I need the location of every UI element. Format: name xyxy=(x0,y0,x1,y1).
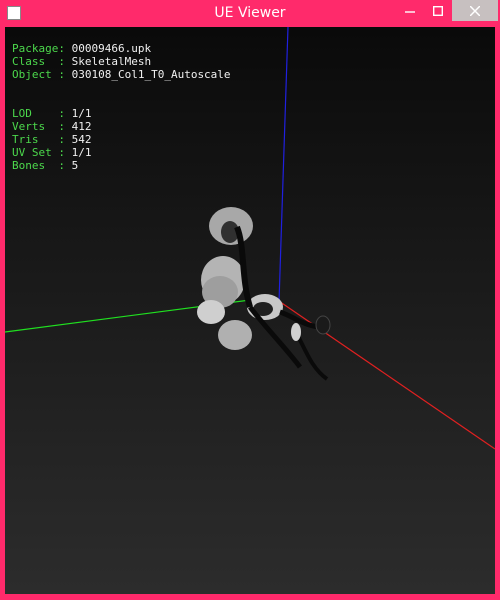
info-value: 412 xyxy=(71,120,92,133)
close-button[interactable] xyxy=(452,0,498,21)
skeletal-mesh xyxy=(197,207,331,381)
info-tris: Tris : 542 xyxy=(12,133,231,146)
info-object: Object : 030108_Col1_T0_Autoscale xyxy=(12,68,231,81)
info-value: SkeletalMesh xyxy=(71,55,152,68)
info-uvset: UV Set : 1/1 xyxy=(12,146,231,159)
info-label: Verts : xyxy=(12,120,65,133)
info-value: 030108_Col1_T0_Autoscale xyxy=(71,68,231,81)
info-value: 00009466.upk xyxy=(71,42,152,55)
app-window: UE Viewer Package: 00009466.upk Class: … xyxy=(0,0,500,600)
title-bar[interactable]: UE Viewer xyxy=(0,0,500,27)
info-label: LOD : xyxy=(12,107,65,120)
maximize-icon xyxy=(433,5,443,16)
info-value: 542 xyxy=(71,133,92,146)
info-class: Class : SkeletalMesh xyxy=(12,55,231,68)
minimize-button[interactable] xyxy=(396,0,424,21)
info-value: 1/1 xyxy=(71,107,92,120)
info-label: UV Set : xyxy=(12,146,65,159)
info-package: Package: 00009466.upk xyxy=(12,42,231,55)
x-axis xyxy=(272,296,495,450)
info-value: 5 xyxy=(71,159,79,172)
minimize-icon xyxy=(405,10,415,13)
info-label: Package: xyxy=(12,42,65,55)
close-icon xyxy=(470,5,480,16)
maximize-button[interactable] xyxy=(424,0,452,21)
mesh-info-panel: Package: 00009466.upk Class : SkeletalMe… xyxy=(12,42,231,172)
info-bones: Bones : 5 xyxy=(12,159,231,172)
info-label: Bones : xyxy=(12,159,65,172)
info-label: Object : xyxy=(12,68,65,81)
3d-viewport[interactable]: Package: 00009466.upk Class : SkeletalMe… xyxy=(5,27,495,594)
info-lod: LOD : 1/1 xyxy=(12,107,231,120)
info-value: 1/1 xyxy=(71,146,92,159)
info-label: Class : xyxy=(12,55,65,68)
info-label: Tris : xyxy=(12,133,65,146)
info-verts: Verts : 412 xyxy=(12,120,231,133)
z-axis xyxy=(278,27,289,303)
